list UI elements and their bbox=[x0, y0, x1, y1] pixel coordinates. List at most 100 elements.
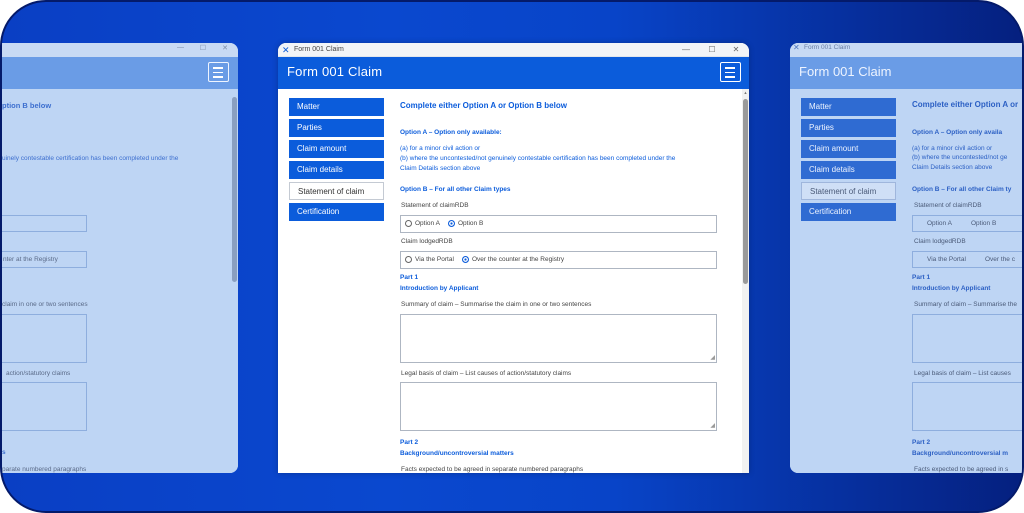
ghost-right-nav-statement: Statement of claim bbox=[801, 182, 896, 200]
radio-option-b[interactable] bbox=[448, 220, 455, 227]
ghost-window-left: — ☐ ✕ ption B below uinely contestable c… bbox=[2, 43, 238, 473]
radio-over-counter[interactable] bbox=[462, 256, 469, 263]
app-header: Form 001 Claim bbox=[278, 57, 749, 89]
sidebar-nav: Matter Parties Claim amount Claim detail… bbox=[289, 98, 384, 224]
lodged-label: Claim lodgedRDB bbox=[401, 238, 453, 245]
ghost-right-part2: Part 2 bbox=[912, 439, 931, 446]
sidebar-item-parties[interactable]: Parties bbox=[289, 119, 384, 137]
ghost-left-body: ption B below uinely contestable certifi… bbox=[2, 89, 238, 473]
ghost-right-legal-label: Legal basis of claim – List causes bbox=[914, 370, 1011, 377]
ghost-right-line3: Claim Details section above bbox=[912, 164, 993, 171]
ghost-right-line1: (a) for a minor civil action or bbox=[912, 145, 993, 152]
ghost-right-heading: Complete either Option A or bbox=[912, 100, 1019, 109]
ghost-right-statement-label: Statement of claimRDB bbox=[914, 202, 982, 209]
part1-label: Part 1 bbox=[400, 274, 419, 281]
ghost-left-line: uinely contestable certification has bee… bbox=[2, 155, 179, 162]
form-heading: Complete either Option A or Option B bel… bbox=[400, 101, 567, 110]
ghost-left-radio-fragment: nter at the Registry bbox=[3, 256, 58, 263]
ghost-right-opt-b: Option B bbox=[971, 220, 997, 227]
close-icon[interactable]: ✕ bbox=[727, 43, 745, 57]
radio-option-a[interactable] bbox=[405, 220, 412, 227]
ghost-right-nav-claim-amount: Claim amount bbox=[801, 140, 896, 158]
ghost-right-legal-textarea bbox=[912, 382, 1022, 431]
ghost-left-header bbox=[2, 57, 238, 89]
scrollbar-thumb[interactable] bbox=[743, 99, 748, 284]
ghost-right-optionA-heading: Option A – Option only availa bbox=[912, 129, 1003, 136]
part1-title: Introduction by Applicant bbox=[400, 285, 479, 292]
part2-title: Background/uncontroversial matters bbox=[400, 450, 514, 457]
hamburger-menu-icon[interactable] bbox=[720, 62, 741, 82]
ghost-left-scrollbar bbox=[232, 97, 237, 282]
app-logo-icon: ✕ bbox=[282, 45, 290, 55]
scroll-up-icon[interactable]: ▲ bbox=[743, 90, 748, 95]
optionA-line2: (b) where the uncontested/not genuinely … bbox=[400, 155, 676, 162]
ghost-right-part2-title: Background/uncontroversial m bbox=[912, 450, 1009, 457]
ghost-left-part2: s bbox=[2, 449, 6, 456]
part2-label: Part 2 bbox=[400, 439, 419, 446]
window-title: Form 001 Claim bbox=[294, 46, 344, 53]
optionA-heading: Option A – Option only available: bbox=[400, 129, 502, 136]
radio-via-portal-label[interactable]: Via the Portal bbox=[415, 256, 454, 264]
legal-basis-textarea[interactable]: ◢ bbox=[400, 382, 717, 431]
ghost-right-titlebar: ✕ Form 001 Claim bbox=[790, 43, 1022, 57]
ghost-left-close-icon: ✕ bbox=[222, 45, 228, 52]
ghost-right-header: Form 001 Claim bbox=[790, 57, 1022, 89]
main-window: ✕ Form 001 Claim — ☐ ✕ Form 001 Claim Ma… bbox=[278, 43, 749, 473]
sidebar-item-claim-details[interactable]: Claim details bbox=[289, 161, 384, 179]
ghost-right-window-title: Form 001 Claim bbox=[804, 44, 851, 51]
ghost-right-statement-row: Option A Option B bbox=[912, 215, 1022, 232]
optionB-heading: Option B – For all other Claim types bbox=[400, 186, 511, 193]
maximize-icon[interactable]: ☐ bbox=[703, 43, 721, 57]
minimize-icon[interactable]: — bbox=[677, 43, 695, 57]
ghost-right-optionB-heading: Option B – For all other Claim ty bbox=[912, 186, 1012, 193]
ghost-left-summary-label: claim in one or two sentences bbox=[2, 301, 88, 308]
ghost-left-menu-icon bbox=[208, 62, 229, 82]
facts-label: Facts expected to be agreed in separate … bbox=[401, 466, 584, 473]
ghost-right-part1-title: Introduction by Applicant bbox=[912, 285, 991, 292]
ghost-right-via-portal: Via the Portal bbox=[927, 256, 966, 263]
ghost-left-minimize-icon: — bbox=[177, 44, 184, 51]
app-title: Form 001 Claim bbox=[287, 64, 383, 79]
ghost-right-summary-textarea bbox=[912, 314, 1022, 363]
sidebar-item-matter[interactable]: Matter bbox=[289, 98, 384, 116]
vertical-scrollbar[interactable]: ▲ bbox=[742, 89, 749, 473]
ghost-right-app-icon: ✕ bbox=[793, 43, 800, 52]
ghost-left-titlebar: — ☐ ✕ bbox=[2, 43, 238, 57]
ghost-left-facts-label: parate numbered paragraphs bbox=[2, 466, 87, 473]
ghost-window-right: ✕ Form 001 Claim Form 001 Claim Matter P… bbox=[790, 43, 1022, 473]
radio-over-counter-label[interactable]: Over the counter at the Registry bbox=[472, 256, 564, 264]
ghost-left-summary-textarea bbox=[2, 314, 87, 363]
optionA-line1: (a) for a minor civil action or bbox=[400, 145, 481, 152]
ghost-left-heading: ption B below bbox=[2, 101, 52, 110]
sidebar-item-statement-of-claim[interactable]: Statement of claim bbox=[289, 182, 384, 200]
summary-label: Summary of claim – Summarise the claim i… bbox=[401, 301, 592, 308]
ghost-right-facts-label: Facts expected to be agreed in s bbox=[914, 466, 1009, 473]
statement-radio-group: Option A Option B bbox=[400, 215, 717, 233]
resize-grip-icon[interactable]: ◢ bbox=[710, 355, 715, 361]
ghost-right-nav-claim-details: Claim details bbox=[801, 161, 896, 179]
ghost-left-legal-textarea bbox=[2, 382, 87, 431]
lodged-radio-group: Via the Portal Over the counter at the R… bbox=[400, 251, 717, 269]
ghost-right-line2: (b) where the uncontested/not ge bbox=[912, 154, 1008, 161]
radio-option-a-label[interactable]: Option A bbox=[415, 220, 440, 228]
radio-option-b-label[interactable]: Option B bbox=[458, 220, 483, 228]
ghost-right-opt-a: Option A bbox=[927, 220, 952, 227]
radio-via-portal[interactable] bbox=[405, 256, 412, 263]
ghost-right-app-title: Form 001 Claim bbox=[799, 64, 892, 79]
ghost-left-legal-label: action/statutory claims bbox=[6, 370, 71, 377]
ghost-right-lodged-row: Via the Portal Over the c bbox=[912, 251, 1022, 268]
ghost-right-body: Matter Parties Claim amount Claim detail… bbox=[790, 89, 1022, 473]
ghost-right-part1: Part 1 bbox=[912, 274, 931, 281]
ghost-right-summary-label: Summary of claim – Summarise the bbox=[914, 301, 1017, 308]
ghost-right-lodged-label: Claim lodgedRDB bbox=[914, 238, 966, 245]
background-frame: — ☐ ✕ ption B below uinely contestable c… bbox=[0, 0, 1024, 513]
sidebar-item-certification[interactable]: Certification bbox=[289, 203, 384, 221]
sidebar-item-claim-amount[interactable]: Claim amount bbox=[289, 140, 384, 158]
ghost-right-sidenav: Matter Parties Claim amount Claim detail… bbox=[801, 98, 896, 224]
ghost-right-nav-parties: Parties bbox=[801, 119, 896, 137]
window-titlebar: ✕ Form 001 Claim — ☐ ✕ bbox=[278, 43, 749, 57]
resize-grip-icon[interactable]: ◢ bbox=[710, 423, 715, 429]
summary-textarea[interactable]: ◢ bbox=[400, 314, 717, 363]
page-content: Matter Parties Claim amount Claim detail… bbox=[278, 89, 749, 473]
ghost-right-over-counter: Over the c bbox=[985, 256, 1015, 263]
